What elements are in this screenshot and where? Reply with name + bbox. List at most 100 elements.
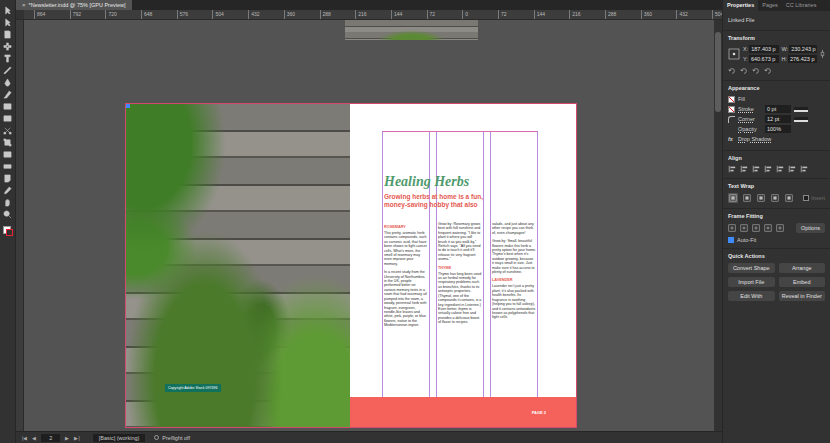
- section-heading[interactable]: THYME: [438, 266, 482, 270]
- corner-shape-icon[interactable]: [794, 117, 808, 122]
- distribute-icon[interactable]: [800, 165, 808, 173]
- wrap-bounding-box-icon[interactable]: [742, 193, 752, 203]
- transform-field[interactable]: Y:640.673 p: [743, 55, 779, 63]
- align-middle-icon[interactable]: [776, 165, 784, 173]
- page-label[interactable]: PAGE 2: [532, 410, 546, 415]
- selection-handle[interactable]: [126, 104, 130, 108]
- page-nav-button[interactable]: ▶: [65, 435, 69, 441]
- quick-action-button[interactable]: Arrange: [779, 263, 826, 273]
- document-tab[interactable]: ×*Newsletter.indd @ 75% [GPU Preview]: [16, 0, 132, 10]
- master-dropdown[interactable]: [Basic] (working): [93, 434, 146, 442]
- quick-action-button[interactable]: Reveal in Finder: [779, 291, 826, 301]
- footer-bar[interactable]: PAGE 2: [350, 397, 576, 427]
- fill-frame-icon[interactable]: [728, 224, 736, 232]
- eyedropper-tool-icon[interactable]: [3, 186, 12, 195]
- auto-fit-checkbox[interactable]: Auto-Fit: [728, 237, 825, 243]
- section-heading[interactable]: LAVENDER: [492, 278, 536, 282]
- gradient-feather-tool-icon[interactable]: [3, 162, 12, 171]
- pen-tool-icon[interactable]: [3, 78, 12, 87]
- line-tool-icon[interactable]: [3, 66, 12, 75]
- page[interactable]: Healing Herbs Growing herbs at home is a …: [350, 104, 576, 427]
- fit-frame-icon[interactable]: [764, 224, 772, 232]
- options-button[interactable]: Options: [796, 223, 825, 233]
- gap-tool-icon[interactable]: [3, 42, 12, 51]
- body-paragraph[interactable]: Lavender isn’t just a pretty plant; it’s…: [492, 284, 536, 319]
- headline[interactable]: Healing Herbs: [382, 174, 538, 190]
- jump-column-icon[interactable]: [784, 193, 794, 203]
- preflight-status[interactable]: Preflight off: [154, 435, 190, 441]
- selection-tool-icon[interactable]: [3, 6, 12, 15]
- page-nav-button[interactable]: ◀: [32, 435, 36, 441]
- vertical-ruler[interactable]: [16, 20, 24, 431]
- free-transform-tool-icon[interactable]: [3, 138, 12, 147]
- type-tool-icon[interactable]: [3, 54, 12, 63]
- align-top-icon[interactable]: [764, 165, 772, 173]
- pencil-tool-icon[interactable]: [3, 90, 12, 99]
- zoom-tool-icon[interactable]: [3, 210, 12, 219]
- body-paragraph[interactable]: This pretty, aromatic herb contains comp…: [384, 231, 428, 266]
- body-paragraph[interactable]: salads, and just about any other recipe …: [492, 222, 536, 235]
- transform-field[interactable]: W:230.243 p: [782, 45, 818, 53]
- fill-swatch-icon[interactable]: [728, 96, 735, 103]
- panel-tab[interactable]: CC Libraries: [782, 0, 821, 11]
- corner-radius-field[interactable]: 12 pt: [765, 115, 791, 123]
- gradient-swatch-tool-icon[interactable]: [3, 150, 12, 159]
- flip-vertical-icon[interactable]: [764, 67, 772, 75]
- stroke-weight-field[interactable]: 0 pt: [765, 105, 791, 113]
- opacity-field[interactable]: 100%: [765, 125, 791, 133]
- jump-object-icon[interactable]: [770, 193, 780, 203]
- photo-frame[interactable]: Copyright Adobe Stock 097496: [126, 104, 350, 427]
- constrain-link-icon[interactable]: [820, 48, 825, 60]
- transform-field[interactable]: H:276.423 p: [782, 55, 818, 63]
- caption-frame[interactable]: Copyright Adobe Stock 097496: [165, 384, 221, 392]
- align-right-icon[interactable]: [752, 165, 760, 173]
- rectangle-tool-icon[interactable]: [3, 114, 12, 123]
- scroll-thumb[interactable]: [715, 32, 721, 112]
- invert-checkbox[interactable]: Invert: [803, 195, 825, 201]
- stroke-swatch-icon[interactable]: [728, 106, 735, 113]
- previous-spread-photo[interactable]: [345, 20, 478, 40]
- page-field[interactable]: 2: [41, 434, 60, 442]
- flip-horizontal-icon[interactable]: [752, 67, 760, 75]
- body-paragraph[interactable]: In a recent study from the University of…: [384, 270, 428, 327]
- align-center-icon[interactable]: [740, 165, 748, 173]
- align-bottom-icon[interactable]: [788, 165, 796, 173]
- pasteboard[interactable]: Copyright Adobe Stock 097496 Healing Herb…: [24, 20, 714, 431]
- effects-button[interactable]: fx: [728, 136, 735, 142]
- fit-proportionally-icon[interactable]: [776, 224, 784, 232]
- text-column[interactable]: salads, and just about any other recipe …: [490, 222, 538, 332]
- stroke-label[interactable]: Stroke: [738, 106, 762, 112]
- body-paragraph[interactable]: Grow by: Rosemary grows best with full s…: [438, 222, 482, 262]
- quick-action-button[interactable]: Embed: [779, 277, 826, 287]
- reference-point-icon[interactable]: [728, 48, 740, 60]
- panel-tab[interactable]: Pages: [758, 0, 782, 11]
- fill-stroke-swatch-icon[interactable]: [3, 226, 13, 236]
- drop-shadow-link[interactable]: Drop Shadow: [738, 136, 762, 142]
- subheadline[interactable]: Growing herbs at home is a fun, money-sa…: [382, 193, 504, 208]
- vertical-scrollbar[interactable]: [714, 20, 722, 431]
- rotate-icon[interactable]: [728, 67, 736, 75]
- hand-tool-icon[interactable]: [3, 198, 12, 207]
- fit-content-icon[interactable]: [740, 224, 748, 232]
- no-wrap-icon[interactable]: [728, 193, 738, 203]
- corner-label[interactable]: Corner: [738, 116, 762, 122]
- close-tab-button[interactable]: ×: [22, 2, 26, 8]
- scissors-tool-icon[interactable]: [3, 126, 12, 135]
- body-paragraph[interactable]: Grow by: Small, beautiful flowers make t…: [492, 239, 536, 274]
- opacity-label[interactable]: Opacity: [738, 126, 762, 132]
- quick-action-button[interactable]: Import File: [728, 277, 775, 287]
- quick-action-button[interactable]: Convert Shape: [728, 263, 775, 273]
- page-tool-icon[interactable]: [3, 30, 12, 39]
- panel-tab[interactable]: Properties: [723, 0, 758, 11]
- quick-action-button[interactable]: Edit With: [728, 291, 775, 301]
- stroke-style-icon[interactable]: [794, 107, 808, 112]
- text-column[interactable]: Grow by: Rosemary grows best with full s…: [436, 222, 484, 332]
- page-nav-button[interactable]: |◀: [22, 435, 27, 441]
- rectangle-frame-tool-icon[interactable]: [3, 102, 12, 111]
- center-content-icon[interactable]: [752, 224, 760, 232]
- text-column[interactable]: ROSEMARY This pretty, aromatic herb conta…: [382, 222, 430, 332]
- transform-field[interactable]: X:187.403 p: [743, 45, 779, 53]
- page-nav-button[interactable]: ▶|: [74, 435, 79, 441]
- section-heading[interactable]: ROSEMARY: [384, 225, 428, 229]
- direct-selection-tool-icon[interactable]: [3, 18, 12, 27]
